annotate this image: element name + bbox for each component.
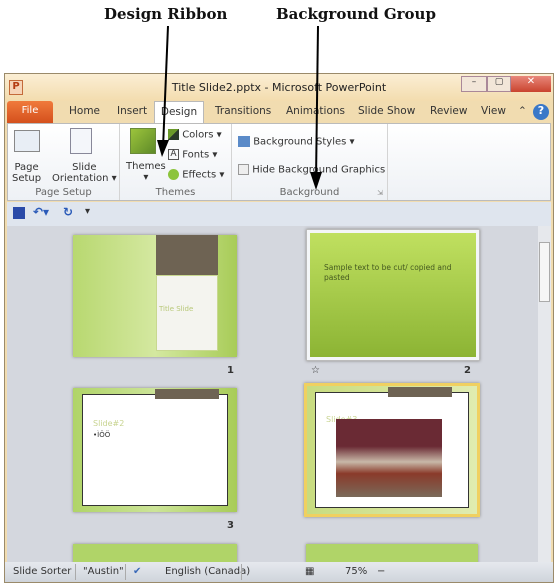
- arrowhead-design: [157, 140, 169, 157]
- annotation-arrows: [157, 25, 322, 190]
- arrowhead-background: [310, 172, 322, 190]
- arrow-background-group: [315, 25, 319, 181]
- arrow-design-ribbon: [162, 25, 169, 149]
